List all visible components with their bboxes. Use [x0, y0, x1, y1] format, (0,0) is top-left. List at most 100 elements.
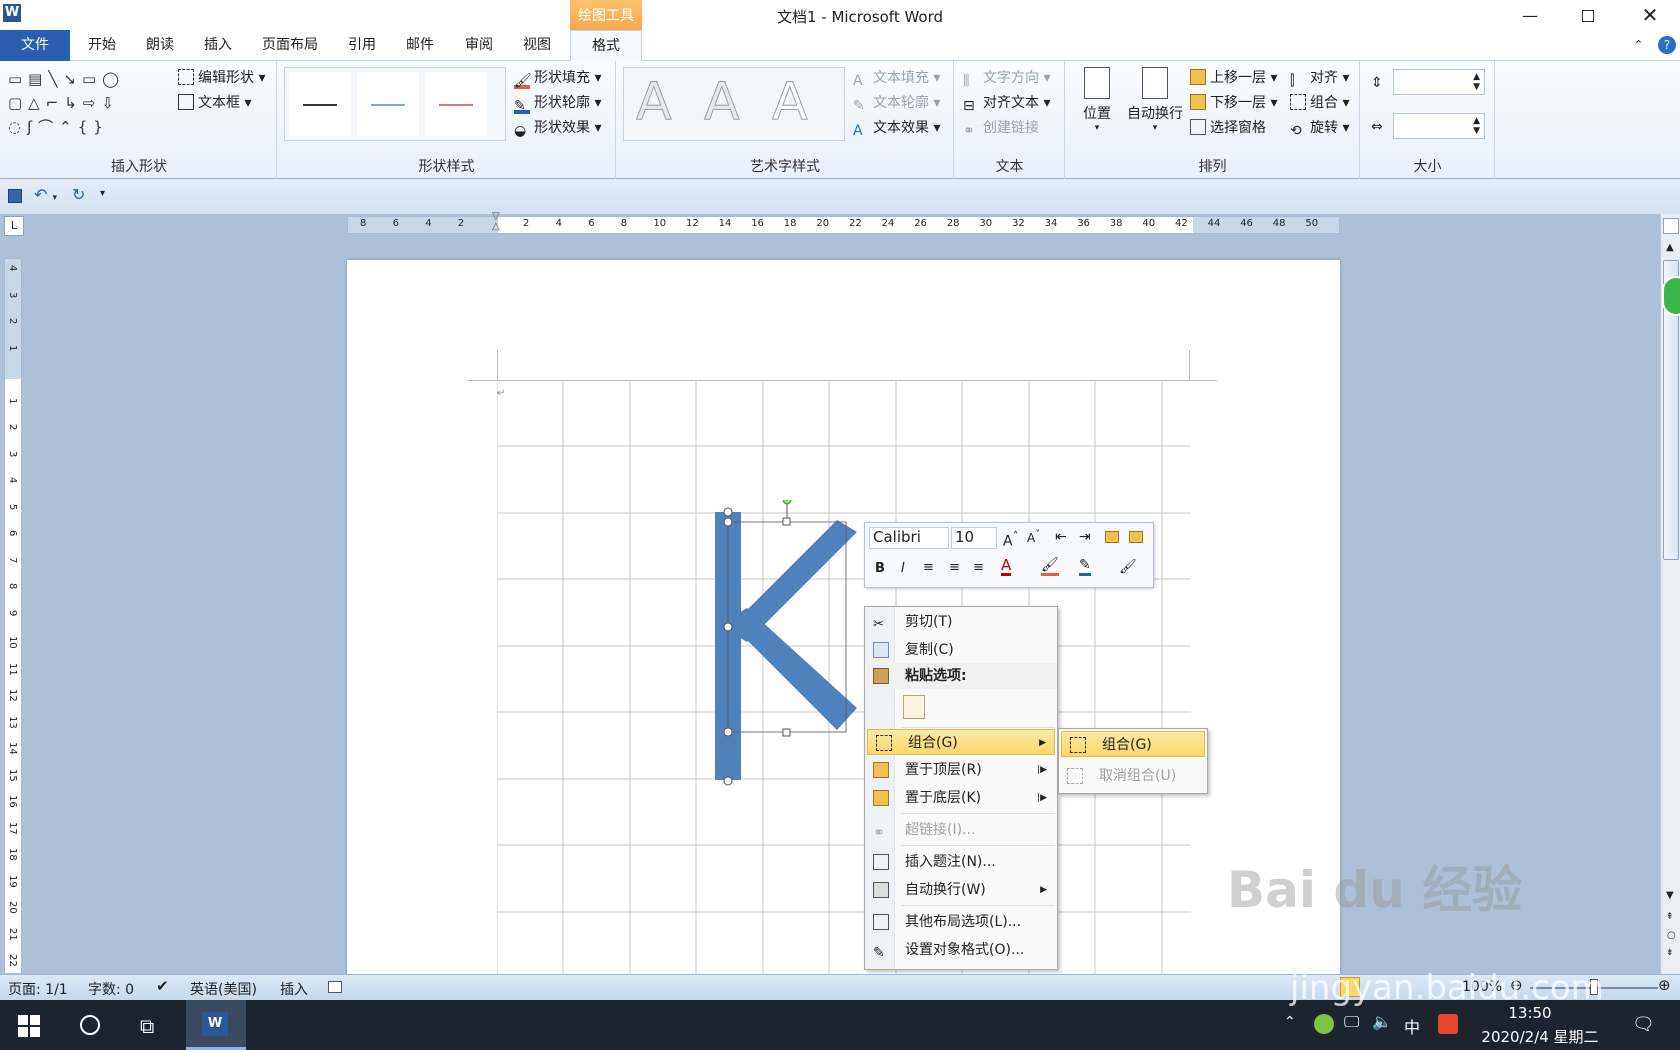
tab-file[interactable]: 文件	[0, 30, 70, 61]
bold-icon[interactable]: B	[875, 561, 885, 576]
browse-object-icon[interactable]: ○	[1667, 930, 1676, 941]
tab-home[interactable]: 开始	[78, 30, 126, 61]
task-view-icon[interactable]: ⧉	[140, 1014, 154, 1038]
submenu-item-ungroup[interactable]: 取消组合(U)	[1059, 763, 1207, 789]
shape-outline-button[interactable]: ✎ 形状轮廓 ▾	[514, 92, 601, 114]
style-swatch-blue[interactable]	[357, 72, 419, 136]
align-button[interactable]: ⫿ 对齐 ▾	[1290, 67, 1349, 89]
bring-front-icon[interactable]	[1105, 531, 1119, 543]
prev-page-icon[interactable]: ⇞	[1666, 912, 1674, 922]
floating-badge-icon[interactable]	[1662, 276, 1680, 316]
wordart-style-2[interactable]: A	[704, 72, 741, 133]
menu-item-send-to-back[interactable]: 置于底层(K) |▶	[865, 785, 1057, 811]
align-text-button[interactable]: ⊟ 对齐文本 ▾	[963, 92, 1050, 114]
minimize-icon[interactable]: —	[1520, 6, 1540, 26]
customize-qat-icon[interactable]: ▾	[100, 188, 105, 199]
height-input[interactable]: ▲ ▼	[1393, 69, 1485, 95]
ime-indicator[interactable]: 中	[1404, 1014, 1420, 1038]
vertical-ruler[interactable]: 4 3 2 1 1 2 3 4 5 6 7 8 9 10 11 12 13 14 15 16 17 18 19 20 21 22	[4, 258, 22, 974]
align-left-icon[interactable]: ≡	[923, 560, 934, 575]
text-effects-button[interactable]: A 文本效果 ▾	[853, 117, 940, 139]
close-icon[interactable]: ✕	[1640, 3, 1660, 27]
selection-pane-button[interactable]: 选择窗格	[1190, 117, 1266, 137]
submenu-item-group[interactable]: 组合(G)	[1061, 731, 1205, 757]
tray-chevron-icon[interactable]: ⌃	[1284, 1014, 1296, 1030]
tray-app-icon[interactable]	[1314, 1014, 1334, 1034]
edit-shape-button[interactable]: 编辑形状 ▾	[178, 67, 265, 87]
next-page-icon[interactable]: ⇟	[1666, 948, 1674, 958]
menu-item-copy[interactable]: 复制(C)	[865, 637, 1057, 663]
text-box-button[interactable]: 文本框 ▾	[178, 92, 251, 112]
document-page[interactable]: ↵ Bai du 经验	[347, 260, 1522, 980]
scroll-down-icon[interactable]: ▼	[1666, 890, 1674, 901]
indent-marker[interactable]: ▽ △	[492, 212, 502, 236]
format-painter-icon[interactable]: 🖌	[1119, 559, 1137, 575]
tab-mail[interactable]: 邮件	[396, 30, 444, 61]
word-taskbar-button[interactable]: W	[186, 1000, 246, 1050]
italic-icon[interactable]: I	[901, 561, 905, 576]
search-icon[interactable]	[80, 1015, 100, 1035]
send-backward-button[interactable]: 下移一层 ▾	[1190, 92, 1277, 112]
grow-font-icon[interactable]: A˄	[1003, 529, 1018, 550]
insert-mode[interactable]: 插入	[280, 979, 308, 999]
volume-icon[interactable]: 🔈	[1372, 1012, 1392, 1031]
style-swatch-red[interactable]	[425, 72, 487, 136]
decrease-indent-icon[interactable]: ⇤	[1055, 529, 1067, 545]
minimize-ribbon-icon[interactable]: ⌃	[1634, 38, 1643, 51]
fill-color-icon[interactable]: 🖌	[1041, 557, 1059, 576]
word-icon[interactable]: W	[3, 4, 21, 22]
send-back-icon[interactable]	[1129, 531, 1143, 543]
wrap-text-button[interactable]: 自动换行 ▾	[1120, 67, 1190, 133]
help-icon[interactable]: ?	[1658, 36, 1676, 54]
group-button[interactable]: 组合 ▾	[1290, 92, 1349, 112]
wordart-style-3[interactable]: A	[772, 72, 809, 133]
bring-forward-button[interactable]: 上移一层 ▾	[1190, 67, 1277, 87]
shape-fill-button[interactable]: 🖌 形状填充 ▾	[514, 67, 601, 89]
align-right-icon[interactable]: ≡	[973, 560, 984, 575]
shrink-font-icon[interactable]: A˅	[1027, 529, 1040, 545]
position-button[interactable]: 位置 ▾	[1074, 67, 1120, 133]
menu-item-wrap-text[interactable]: 自动换行(W) ▶	[865, 877, 1057, 903]
tab-view[interactable]: 视图	[512, 30, 562, 61]
center-icon[interactable]: ≡	[949, 560, 960, 575]
menu-item-more-layout[interactable]: 其他布局选项(L)...	[865, 909, 1057, 935]
tab-layout[interactable]: 页面布局	[252, 30, 328, 61]
text-direction-button[interactable]: ⫼ 文字方向 ▾	[963, 67, 1050, 89]
clock-date[interactable]: 2020/2/4 星期二	[1470, 1026, 1610, 1047]
network-icon[interactable]: 🖵	[1344, 1012, 1359, 1032]
vertical-scrollbar[interactable]: ▲ ▼ ⇞ ○ ⇟	[1660, 214, 1680, 974]
ruler-toggle-icon[interactable]	[1663, 218, 1679, 234]
menu-item-bring-to-front[interactable]: 置于顶层(R) |▶	[865, 757, 1057, 783]
scroll-up-icon[interactable]: ▲	[1666, 242, 1674, 253]
menu-item-cut[interactable]: ✂ 剪切(T)	[865, 609, 1057, 635]
page-count[interactable]: 页面: 1/1	[8, 979, 68, 999]
style-swatch-dark[interactable]	[289, 72, 351, 136]
wordart-gallery[interactable]: A A A	[623, 67, 845, 141]
notification-icon[interactable]: 🗨	[1632, 1014, 1655, 1035]
menu-item-insert-caption[interactable]: 插入题注(N)...	[865, 849, 1057, 875]
k-shape-group[interactable]	[707, 500, 877, 800]
sogou-icon[interactable]	[1438, 1014, 1458, 1034]
proofing-icon[interactable]: ✔	[156, 977, 169, 995]
menu-item-hyperlink[interactable]: ⚭ 超链接(I)...	[865, 817, 1057, 843]
text-outline-button[interactable]: ✎ 文本轮廓 ▾	[853, 92, 940, 114]
create-link-button[interactable]: ⚭ 创建链接	[963, 117, 1039, 139]
menu-item-format-object[interactable]: ✎ 设置对象格式(O)...	[865, 937, 1057, 963]
outline-color-icon[interactable]: ✎	[1079, 557, 1091, 576]
font-size-select[interactable]: 10	[951, 527, 997, 549]
font-name-select[interactable]: Calibri	[869, 527, 949, 549]
tab-references[interactable]: 引用	[338, 30, 386, 61]
wordart-style-1[interactable]: A	[636, 72, 673, 133]
tab-selector[interactable]: L	[4, 216, 24, 236]
text-fill-button[interactable]: A 文本填充 ▾	[853, 67, 940, 89]
tab-read[interactable]: 朗读	[136, 30, 184, 61]
menu-item-group[interactable]: 组合(G) ▶	[867, 729, 1055, 755]
shape-effects-button[interactable]: ◒ 形状效果 ▾	[514, 117, 601, 139]
windows-start-icon[interactable]	[18, 1015, 40, 1037]
zoom-in-icon[interactable]: ⊕	[1658, 976, 1671, 994]
restore-icon[interactable]	[1582, 10, 1594, 22]
redo-icon[interactable]: ↻	[72, 185, 85, 204]
language[interactable]: 英语(美国)	[190, 979, 257, 999]
shape-style-gallery[interactable]	[284, 67, 506, 141]
save-icon[interactable]	[8, 189, 22, 203]
